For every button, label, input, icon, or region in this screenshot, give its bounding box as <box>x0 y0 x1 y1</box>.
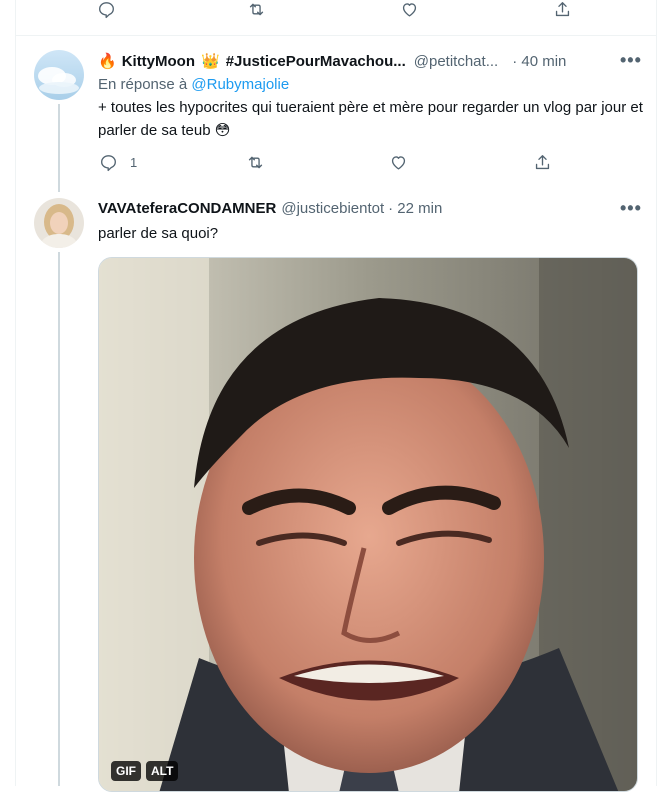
heart-icon <box>391 156 406 170</box>
crown-emoji: 👑 <box>201 53 220 70</box>
thread-line <box>58 252 60 786</box>
tweet1-hashtag[interactable]: #JusticePourMavachou... <box>226 53 406 70</box>
tweet2-text: parler de sa quoi? <box>98 225 219 242</box>
avatar-kittymoon[interactable] <box>34 50 84 100</box>
tweet1-header: 🔥 KittyMoon 👑 #JusticePourMavachou... @p… <box>98 52 566 70</box>
tweet2-handle[interactable]: @justicebientot <box>281 200 384 217</box>
avatar-vavatefera[interactable] <box>34 198 84 248</box>
tweet1-handle[interactable]: @petitchat... <box>414 53 498 70</box>
tweet1-display-name[interactable]: KittyMoon <box>122 53 195 70</box>
tweet1-reply-count: 1 <box>130 155 138 170</box>
tweet1-retweet-action[interactable] <box>246 153 279 172</box>
share-icon <box>535 155 550 170</box>
gif-image <box>99 258 637 791</box>
separator <box>15 35 657 36</box>
tweet1-reply-action[interactable]: 1 <box>99 153 137 172</box>
tweet2-header: VAVAteferaCONDAMNER @justicebientot · 22… <box>98 200 442 217</box>
tweet2-gif-media[interactable] <box>98 257 638 792</box>
flushed-emoji: 😳 <box>214 122 231 139</box>
avatar-image <box>34 50 84 100</box>
share-icon <box>555 2 570 17</box>
thread-line <box>58 104 60 192</box>
tweet2-display-name[interactable]: VAVAteferaCONDAMNER <box>98 200 276 217</box>
fire-emoji: 🔥 <box>98 53 117 70</box>
gif-badge: GIF <box>111 761 141 781</box>
like-action[interactable] <box>400 0 433 19</box>
heart-icon <box>402 3 417 17</box>
share-action[interactable] <box>553 0 572 19</box>
tweet2-more-button[interactable]: ••• <box>620 198 642 219</box>
retweet-icon <box>248 156 263 169</box>
tweet1-like-action[interactable] <box>389 153 422 172</box>
reply-icon <box>101 155 116 172</box>
reply-prefix: En réponse à <box>98 76 188 93</box>
reply-icon <box>99 2 114 19</box>
reply-user-link[interactable]: @Rubymajolie <box>191 76 289 93</box>
retweet-action[interactable] <box>247 0 280 19</box>
tweet1-more-button[interactable]: ••• <box>620 50 642 71</box>
tweet2-time[interactable]: · 22 min <box>388 200 442 217</box>
tweet1-text-content: + toutes les hypocrites qui tueraient pè… <box>98 99 643 139</box>
avatar-image <box>34 198 84 248</box>
tweet1-share-action[interactable] <box>533 153 552 172</box>
retweet-icon <box>249 3 264 16</box>
tweet1-reply-context: En réponse à @Rubymajolie <box>98 76 289 93</box>
tweet1-time[interactable]: · 40 min <box>512 53 566 70</box>
reply-action[interactable] <box>97 0 130 19</box>
alt-badge[interactable]: ALT <box>146 761 179 781</box>
tweet1-text: + toutes les hypocrites qui tueraient pè… <box>98 96 643 142</box>
